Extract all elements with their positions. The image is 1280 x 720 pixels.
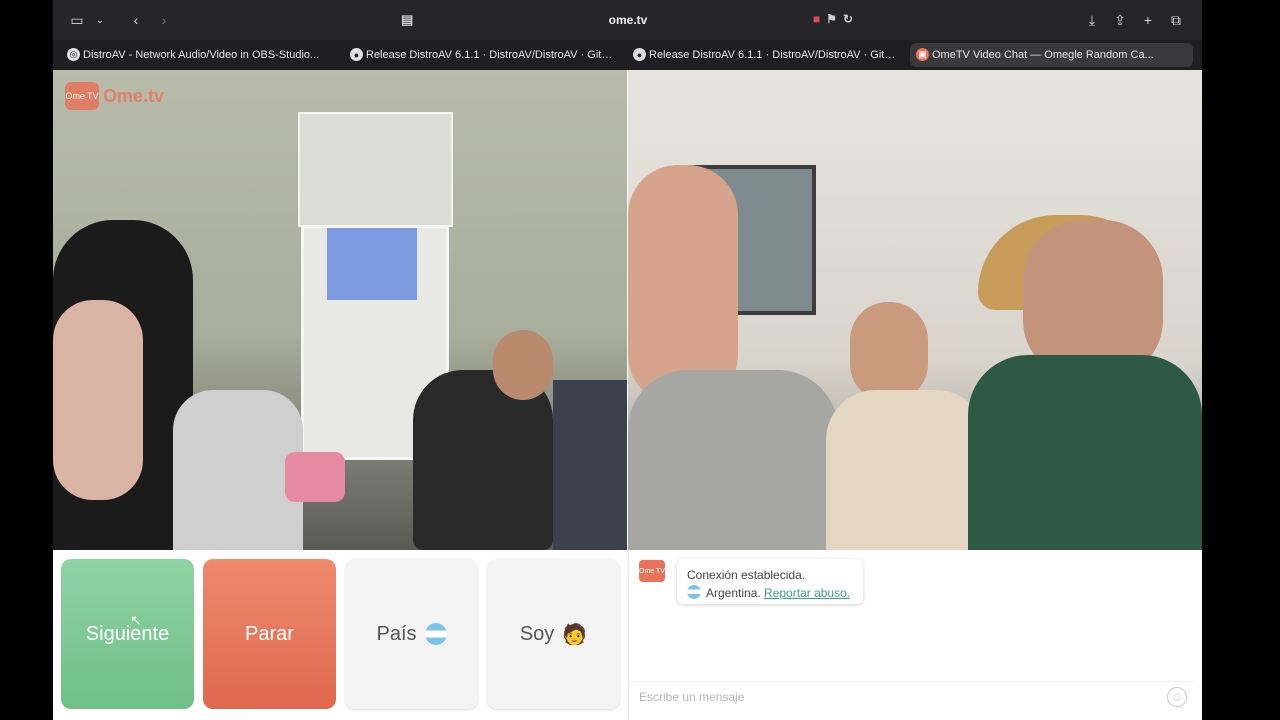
bed — [553, 380, 627, 550]
local-video: Ome TV Ome.tv — [53, 70, 627, 550]
reader-icon[interactable]: ▤ — [401, 12, 413, 28]
tab-overview-icon[interactable]: ⧉ — [1167, 9, 1185, 31]
tab-bar: ◎ DistroAV - Network Audio/Video in OBS-… — [53, 40, 1202, 70]
person-shirt-left — [173, 390, 303, 550]
reload-icon[interactable]: ↻ — [843, 12, 853, 26]
address-url: ome.tv — [608, 13, 648, 27]
pink-bag — [285, 452, 345, 502]
gender-button[interactable]: Soy 🧑 — [487, 559, 620, 709]
browser-toolbar: ▭ ⌄ ‹ › ▤ ome.tv ■ ⚑ ↻ ⤓ ⇪ + ⧉ — [53, 0, 1202, 40]
tab-ometv[interactable]: ▣ OmeTV Video Chat — Omegle Random Ca... — [910, 43, 1193, 67]
connection-status: Conexión establecida. — [687, 568, 806, 582]
person-emoji-icon: 🧑 — [562, 623, 588, 646]
stop-button[interactable]: Parar — [203, 559, 336, 709]
message-input-row: ☺ — [629, 681, 1195, 711]
mouse-cursor-icon: ↖ — [130, 612, 142, 628]
forward-arrow-icon[interactable]: › — [153, 9, 175, 31]
next-button[interactable]: Siguiente — [61, 559, 194, 709]
github-icon: ● — [633, 48, 646, 61]
translate-icon[interactable]: ⚑ — [826, 12, 837, 26]
person-face-right — [493, 330, 553, 400]
person-shirt-3 — [968, 355, 1202, 550]
chevron-down-icon[interactable]: ⌄ — [93, 9, 107, 31]
share-icon[interactable]: ⇪ — [1111, 9, 1129, 31]
ometv-avatar-icon: Ome TV — [639, 560, 665, 582]
chat-panel: Ome TV Conexión establecida. Argentina. … — [628, 550, 1195, 720]
download-icon[interactable]: ⤓ — [1083, 9, 1101, 31]
page-content: Ome TV Ome.tv Siguiente Parar País Soy 🧑… — [53, 70, 1202, 720]
window-blind — [298, 112, 453, 227]
remote-video — [628, 70, 1202, 550]
message-input[interactable] — [639, 689, 1139, 704]
address-bar[interactable]: ▤ ome.tv ■ ⚑ ↻ — [393, 8, 863, 32]
tab-github-release-2[interactable]: ● Release DistroAV 6.1.1 · DistroAV/Dist… — [627, 43, 910, 67]
controls-panel: Siguiente Parar País Soy 🧑 — [53, 550, 627, 720]
person-face-left — [53, 300, 143, 500]
ometv-icon: ▣ — [916, 48, 929, 61]
browser-window: ▭ ⌄ ‹ › ▤ ome.tv ■ ⚑ ↻ ⤓ ⇪ + ⧉ ◎ DistroA… — [53, 0, 1202, 720]
github-icon: ● — [350, 48, 363, 61]
globe-icon: ◎ — [67, 48, 80, 61]
country-name: Argentina. — [706, 586, 761, 600]
person-shirt-2 — [826, 390, 986, 550]
tab-github-release-1[interactable]: ● Release DistroAV 6.1.1 · DistroAV/Dist… — [344, 43, 627, 67]
emoji-picker-icon[interactable]: ☺ — [1167, 687, 1187, 707]
new-tab-icon[interactable]: + — [1139, 9, 1157, 31]
ometv-logo-text: Ome.tv — [103, 85, 165, 106]
door-window — [327, 228, 417, 300]
argentina-flag-icon — [424, 623, 447, 645]
back-arrow-icon[interactable]: ‹ — [125, 9, 147, 31]
report-abuse-link[interactable]: Reportar abuso. — [764, 586, 850, 600]
country-button[interactable]: País — [345, 559, 478, 709]
camera-in-use-icon[interactable]: ■ — [813, 12, 820, 26]
system-message: Conexión establecida. Argentina. Reporta… — [677, 559, 863, 604]
person-hoodie-1 — [628, 370, 838, 550]
ometv-badge: Ome TV — [65, 82, 99, 110]
ometv-logo: Ome TV Ome.tv — [65, 82, 164, 110]
sidebar-toggle-icon[interactable]: ▭ — [67, 9, 87, 31]
person-face-1 — [628, 165, 738, 405]
argentina-flag-icon — [687, 585, 701, 599]
person-face-2 — [850, 302, 928, 402]
tab-distroav[interactable]: ◎ DistroAV - Network Audio/Video in OBS-… — [61, 43, 344, 67]
